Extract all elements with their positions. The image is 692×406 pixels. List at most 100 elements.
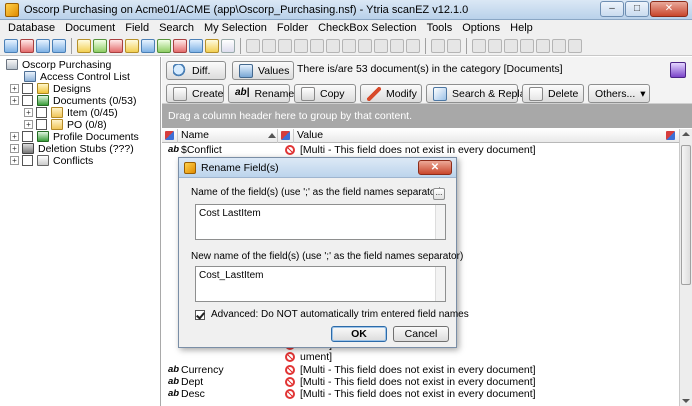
create-button[interactable]: Create (166, 84, 224, 103)
attachment-icon[interactable] (390, 38, 404, 53)
copy-field-icon[interactable] (294, 38, 308, 53)
paste-field-icon[interactable] (326, 38, 340, 53)
menu-tools[interactable]: Tools (427, 22, 453, 34)
paste-icon[interactable] (205, 38, 219, 53)
clear-icon[interactable] (447, 38, 461, 53)
browse-fields-button[interactable]: ... (433, 188, 445, 200)
select-filter-icon[interactable] (488, 38, 502, 53)
select-load-icon[interactable] (568, 38, 582, 53)
tree-item-folder-item[interactable]: + Item (0/45) (24, 107, 118, 119)
vertical-scrollbar[interactable] (679, 129, 692, 406)
database-properties-icon[interactable] (77, 38, 91, 53)
modify-button[interactable]: Modify (360, 84, 422, 103)
menu-field[interactable]: Field (125, 22, 149, 34)
documents-checkbox[interactable] (22, 95, 33, 106)
replace-icon[interactable] (278, 38, 292, 53)
designs-checkbox[interactable] (22, 83, 33, 94)
menu-my-selection[interactable]: My Selection (204, 22, 267, 34)
tree-item-designs[interactable]: + Designs (10, 83, 91, 95)
column-header-name[interactable]: Name (178, 129, 278, 143)
search-icon[interactable] (141, 38, 155, 53)
tree-item-conflicts[interactable]: + Conflicts (10, 155, 93, 167)
folder-icon[interactable] (125, 38, 139, 53)
close-button[interactable]: ✕ (650, 1, 688, 17)
menu-document[interactable]: Document (65, 22, 115, 34)
group-by-bar[interactable]: Drag a column header here to group by th… (162, 104, 692, 128)
cancel-button[interactable]: Cancel (393, 326, 449, 342)
item-checkbox[interactable] (36, 107, 47, 118)
check-icon[interactable] (246, 38, 260, 53)
expand-toggle[interactable]: + (24, 120, 33, 129)
tree-item-profile-documents[interactable]: + Profile Documents (10, 131, 139, 143)
input-scrollbar[interactable] (435, 205, 445, 239)
dialog-close-button[interactable]: ✕ (418, 160, 452, 175)
select-all-icon[interactable] (472, 38, 486, 53)
column-header-value[interactable]: Value (294, 129, 679, 143)
expand-toggle[interactable]: + (10, 132, 19, 141)
tree-item-folder-po[interactable]: + PO (0/8) (24, 119, 107, 131)
new-document-icon[interactable] (93, 38, 107, 53)
tree-item-acl[interactable]: Access Control List (24, 71, 130, 83)
properties-icon[interactable] (406, 38, 420, 53)
delete-button[interactable]: Delete (522, 84, 584, 103)
import-icon[interactable] (374, 38, 388, 53)
expand-toggle[interactable]: + (10, 144, 19, 153)
tree-item-documents[interactable]: + Documents (0/53) (10, 95, 136, 107)
table-row[interactable]: ab Currency [Multi - This field does not e… (162, 364, 679, 376)
header-filter-cell[interactable] (278, 129, 294, 143)
conflicts-checkbox[interactable] (22, 155, 33, 166)
selection-icon[interactable] (157, 38, 171, 53)
back-icon[interactable] (36, 38, 50, 53)
undo-icon[interactable] (173, 38, 187, 53)
menu-help[interactable]: Help (510, 22, 533, 34)
ok-button[interactable]: OK (331, 326, 387, 342)
scroll-down-icon[interactable] (682, 399, 690, 403)
new-name-input[interactable]: Cost_LastItem (195, 266, 446, 302)
move-field-icon[interactable] (310, 38, 324, 53)
diff-button[interactable]: Diff. (166, 61, 226, 80)
select-none-icon[interactable] (520, 38, 534, 53)
menu-search[interactable]: Search (159, 22, 194, 34)
header-filter-cell[interactable] (162, 129, 178, 143)
table-row[interactable]: ab Dept [Multi - This field does not exist… (162, 376, 679, 388)
text-field-icon[interactable] (342, 38, 356, 53)
table-row[interactable]: ument] (162, 351, 679, 363)
rename-button[interactable]: ab| Rename (228, 84, 294, 103)
tree-item-database[interactable]: Oscorp Purchasing (6, 59, 111, 71)
menu-checkbox-selection[interactable]: CheckBox Selection (318, 22, 416, 34)
export-icon[interactable] (358, 38, 372, 53)
book-icon[interactable] (670, 62, 686, 78)
cross-icon[interactable] (262, 38, 276, 53)
others-button[interactable]: Others... ▾ (588, 84, 650, 103)
table-row[interactable]: ab $Conflict [Multi - This field does not … (162, 144, 679, 156)
forward-icon[interactable] (52, 38, 66, 53)
filter-icon[interactable] (666, 131, 675, 140)
menu-database[interactable]: Database (8, 22, 55, 34)
current-name-input[interactable]: Cost LastItem (195, 204, 446, 240)
table-row[interactable]: ab Desc [Multi - This field does not exist… (162, 388, 679, 400)
scroll-thumb[interactable] (681, 145, 691, 285)
copy-button[interactable]: Copy (294, 84, 356, 103)
edit-values-icon[interactable] (431, 38, 445, 53)
tree-item-deletion-stubs[interactable]: + Deletion Stubs (???) (10, 143, 134, 155)
values-button[interactable]: Values (232, 61, 294, 80)
select-invert-icon[interactable] (504, 38, 518, 53)
select-check-icon[interactable] (536, 38, 550, 53)
edit-document-icon[interactable] (109, 38, 123, 53)
menu-folder[interactable]: Folder (277, 22, 308, 34)
select-save-icon[interactable] (552, 38, 566, 53)
search-replace-button[interactable]: Search & Replace (426, 84, 537, 103)
expand-toggle[interactable]: + (10, 156, 19, 165)
minimize-button[interactable]: – (600, 1, 624, 17)
copy-icon[interactable] (189, 38, 203, 53)
delete-icon[interactable] (221, 38, 235, 53)
expand-toggle[interactable]: + (24, 108, 33, 117)
maximize-button[interactable]: □ (625, 1, 649, 17)
advanced-trim-checkbox[interactable] (195, 310, 205, 320)
profile-checkbox[interactable] (22, 131, 33, 142)
expand-toggle[interactable]: + (10, 84, 19, 93)
open-database-icon[interactable] (4, 38, 18, 53)
menu-options[interactable]: Options (462, 22, 500, 34)
scroll-up-icon[interactable] (682, 132, 690, 136)
refresh-icon[interactable] (20, 38, 34, 53)
